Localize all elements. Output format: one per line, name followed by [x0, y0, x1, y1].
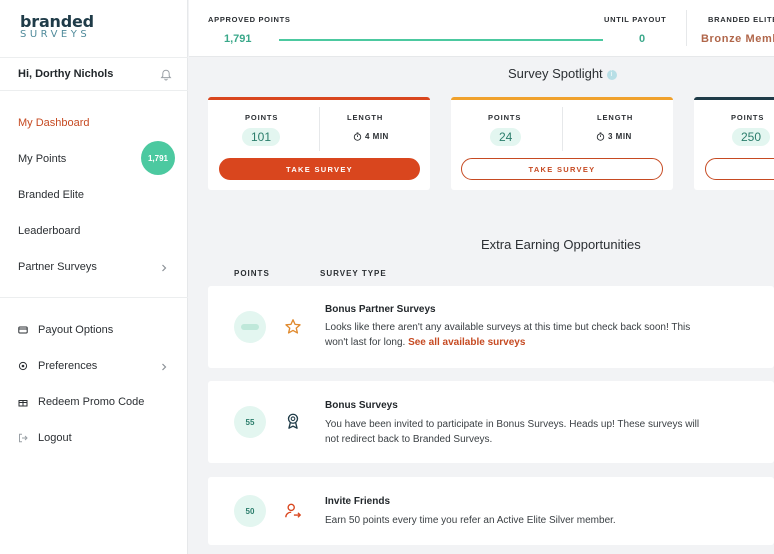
opportunity-description: Earn 50 points every time you refer an A… — [325, 515, 616, 526]
sidebar: branded SURVEYS Hi, Dorthy Nichols My Da… — [0, 0, 188, 554]
star-icon — [285, 319, 301, 334]
chevron-right-icon[interactable] — [159, 263, 169, 273]
sidebar-item-my-points[interactable]: My Points — [18, 153, 66, 165]
survey-type-column-header: SURVEY TYPE — [320, 269, 387, 278]
approved-points-label: APPROVED POINTS — [208, 15, 291, 24]
points-circle: 55 — [234, 406, 266, 438]
sidebar-item-label: Payout Options — [38, 324, 114, 336]
gear-icon — [18, 361, 28, 371]
payout-progress-fill — [279, 39, 603, 41]
points-badge: 1,791 — [141, 141, 175, 175]
extra-earning-title: Extra Earning Opportunities — [481, 237, 641, 252]
sidebar-item-branded-elite[interactable]: Branded Elite — [18, 189, 84, 201]
sidebar-divider — [0, 297, 188, 298]
sidebar-item-my-dashboard[interactable]: My Dashboard — [18, 117, 90, 129]
points-header: POINTS — [731, 113, 765, 122]
see-all-surveys-link[interactable]: See all available surveys — [408, 337, 525, 348]
card-accent-line — [451, 97, 673, 100]
points-pill: 250 — [732, 128, 771, 146]
survey-card: POINTS 250 — [694, 97, 774, 190]
sidebar-item-payout-options[interactable]: Payout Options — [18, 324, 113, 336]
until-payout-label: UNTIL PAYOUT — [604, 15, 667, 24]
opportunity-description: You have been invited to participate in … — [325, 419, 700, 445]
ribbon-icon — [287, 413, 299, 429]
length-header: LENGTH — [597, 113, 634, 122]
sidebar-item-label: Logout — [38, 432, 72, 444]
sidebar-item-leaderboard[interactable]: Leaderboard — [18, 225, 80, 237]
sidebar-item-label: Preferences — [38, 360, 98, 372]
survey-card: POINTS LENGTH 101 4 MIN TAKE SURVEY — [208, 97, 430, 190]
elite-status-value: Bronze Member — [701, 33, 774, 45]
length-header: LENGTH — [347, 113, 384, 122]
card-divider — [319, 107, 320, 151]
info-icon[interactable]: i — [606, 69, 617, 80]
survey-spotlight-title-text: Survey Spotlight — [508, 66, 603, 81]
points-circle — [234, 311, 266, 343]
bell-icon[interactable] — [160, 69, 172, 81]
points-circle: 50 — [234, 495, 266, 527]
points-header: POINTS — [488, 113, 522, 122]
points-column-header: POINTS — [234, 269, 270, 278]
take-survey-button[interactable]: TAKE SURVEY — [219, 158, 420, 180]
points-pill: 24 — [490, 128, 522, 146]
sidebar-item-partner-surveys[interactable]: Partner Surveys — [18, 261, 97, 273]
opportunity-title: Bonus Surveys — [325, 400, 398, 411]
chevron-right-icon[interactable] — [159, 362, 169, 372]
invite-user-icon — [285, 503, 302, 518]
opportunity-title: Bonus Partner Surveys — [325, 304, 436, 315]
stopwatch-icon — [596, 132, 605, 141]
survey-card: POINTS LENGTH 24 3 MIN TAKE SURVEY — [451, 97, 673, 190]
points-summary-bar: APPROVED POINTS 1,791 UNTIL PAYOUT 0 BRA… — [189, 0, 774, 57]
points-header: POINTS — [245, 113, 279, 122]
survey-length-value: 4 MIN — [365, 132, 389, 141]
survey-spotlight-title: Survey Spotlight i — [508, 66, 617, 81]
opportunity-description: Looks like there aren't any available su… — [325, 320, 715, 350]
branded-elite-label: BRANDED ELITE — [708, 15, 774, 24]
until-payout-value: 0 — [639, 33, 646, 45]
take-survey-button[interactable] — [705, 158, 774, 180]
card-divider — [562, 107, 563, 151]
sidebar-item-redeem-promo-code[interactable]: Redeem Promo Code — [18, 396, 144, 408]
logo-subword: SURVEYS — [20, 29, 91, 40]
approved-points-value: 1,791 — [224, 33, 252, 45]
points-pill: 101 — [242, 128, 281, 146]
opportunity-row[interactable]: 50 Invite Friends Earn 50 points every t… — [208, 477, 774, 545]
survey-length: 3 MIN — [596, 132, 632, 141]
logout-icon — [19, 433, 28, 443]
topbar-separator — [686, 10, 687, 46]
logo[interactable]: branded SURVEYS — [20, 12, 94, 40]
sidebar-item-preferences[interactable]: Preferences — [18, 360, 97, 372]
card-accent-line — [208, 97, 430, 100]
wallet-icon — [18, 326, 28, 334]
card-accent-line — [694, 97, 774, 100]
sidebar-item-label: Redeem Promo Code — [38, 396, 145, 408]
points-placeholder — [241, 324, 259, 330]
payout-progress-bar — [279, 39, 603, 41]
opportunity-row[interactable]: 55 Bonus Surveys You have been invited t… — [208, 381, 774, 463]
opportunity-row[interactable]: Bonus Partner Surveys Looks like there a… — [208, 286, 774, 368]
stopwatch-icon — [353, 132, 362, 141]
take-survey-button[interactable]: TAKE SURVEY — [461, 158, 663, 180]
opportunity-title: Invite Friends — [325, 496, 391, 507]
user-greeting: Hi, Dorthy Nichols — [18, 68, 114, 80]
sidebar-item-logout[interactable]: Logout — [18, 432, 72, 444]
user-greeting-row: Hi, Dorthy Nichols — [0, 57, 188, 91]
survey-length: 4 MIN — [353, 132, 389, 141]
survey-length-value: 3 MIN — [608, 132, 632, 141]
gift-icon — [18, 400, 28, 407]
